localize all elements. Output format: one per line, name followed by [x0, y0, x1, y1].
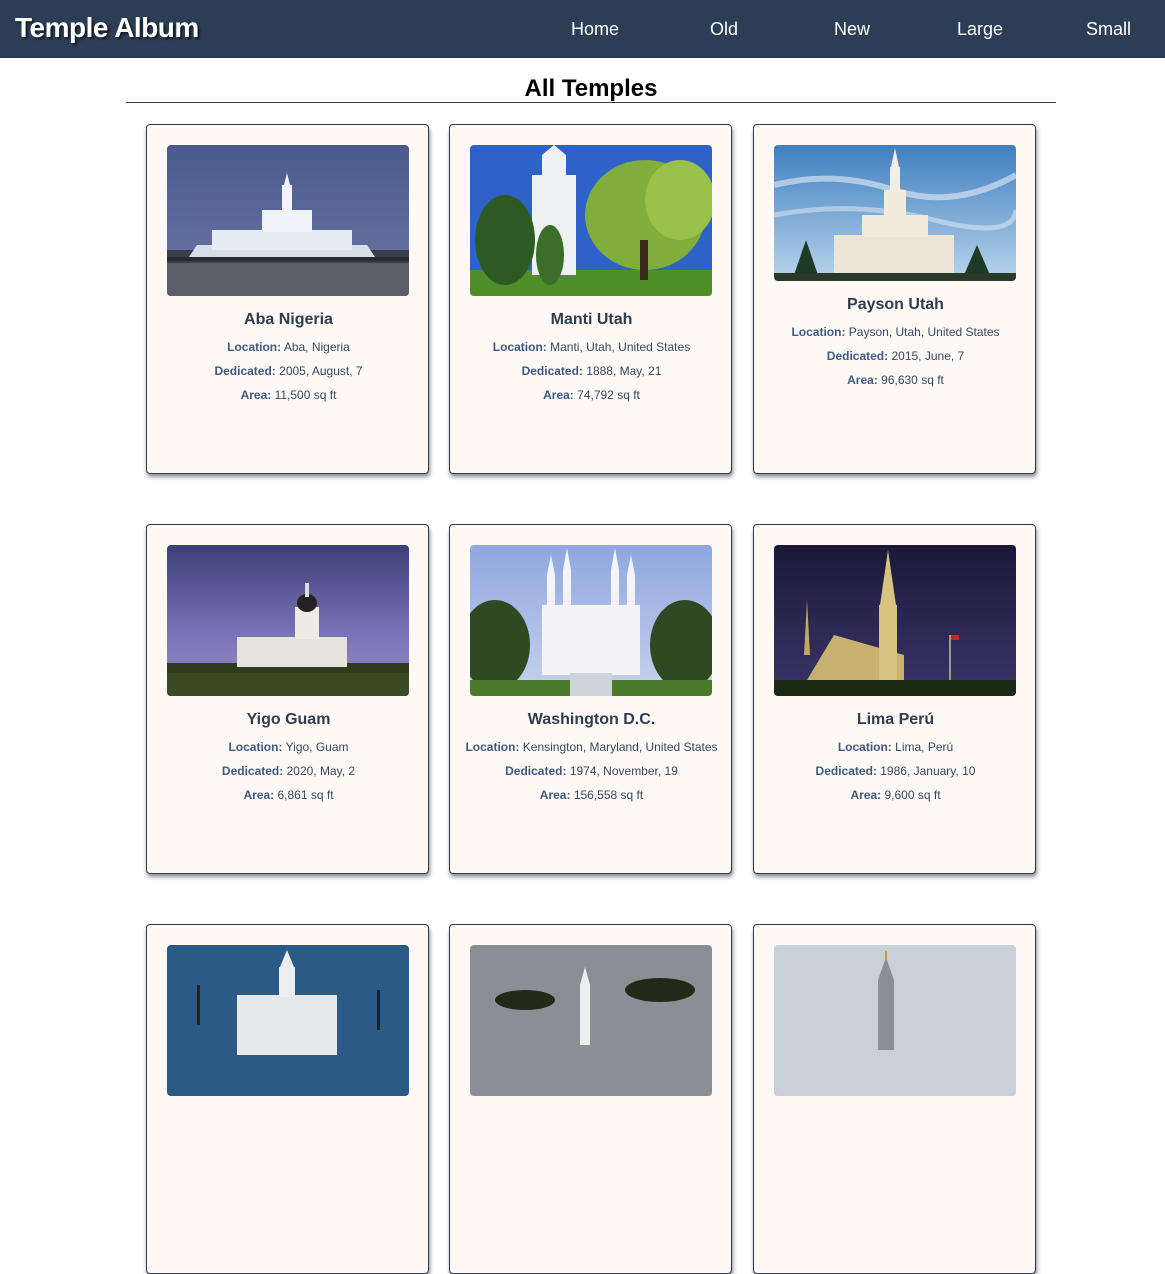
temple-card: Aba Nigeria Location: Aba, Nigeria Dedic… [146, 124, 429, 474]
site-header: Temple Album Home Old New Large Small [0, 0, 1165, 58]
temple-photo [470, 945, 712, 1096]
area-label: Area: [240, 388, 272, 402]
temple-area: 6,861 sq ft [277, 788, 334, 802]
dedicated-label: Dedicated: [505, 764, 567, 778]
temple-card: Yigo Guam Location: Yigo, Guam Dedicated… [146, 524, 429, 874]
temple-card: Lima Perú Location: Lima, Perú Dedicated… [753, 524, 1036, 874]
temple-dedicated: 1974, November, 19 [569, 764, 678, 778]
temple-location: Lima, Perú [895, 740, 954, 754]
temple-dedicated: 1888, May, 21 [586, 364, 662, 378]
temple-name: Manti Utah [550, 311, 633, 328]
dedicated-label: Dedicated: [815, 764, 877, 778]
temple-card [449, 924, 732, 1274]
temple-card: Washington D.C. Location: Kensington, Ma… [449, 524, 732, 874]
temple-name: Yigo Guam [246, 711, 331, 728]
temple-photo [167, 545, 409, 696]
temple-info: Payson Utah Location: Payson, Utah, Unit… [764, 295, 1027, 387]
site-brand: Temple Album [15, 12, 199, 43]
temple-dedicated: 1986, January, 10 [880, 764, 976, 778]
temple-photo [167, 945, 409, 1096]
temple-name: Payson Utah [847, 296, 944, 313]
temple-location: Yigo, Guam [285, 740, 349, 754]
temple-info: Aba Nigeria Location: Aba, Nigeria Dedic… [157, 310, 420, 402]
area-label: Area: [543, 388, 574, 402]
temple-photo [774, 945, 1016, 1096]
temple-card: Payson Utah Location: Payson, Utah, Unit… [753, 124, 1036, 474]
temple-dedicated: 2020, May, 2 [286, 764, 356, 778]
temple-photo [774, 545, 1016, 696]
temple-info: Washington D.C. Location: Kensington, Ma… [460, 710, 723, 802]
location-label: Location: [227, 340, 282, 354]
temple-area: 9,600 sq ft [884, 788, 941, 802]
temple-info: Manti Utah Location: Manti, Utah, United… [460, 310, 723, 402]
temple-area: 74,792 sq ft [577, 388, 640, 402]
temple-name: Washington D.C. [527, 711, 656, 728]
temple-photo [167, 145, 409, 296]
temple-info: Yigo Guam Location: Yigo, Guam Dedicated… [157, 710, 420, 802]
dedicated-label: Dedicated: [221, 764, 284, 778]
area-label: Area: [850, 788, 882, 802]
temple-area: 11,500 sq ft [274, 388, 337, 402]
temple-area: 156,558 sq ft [573, 788, 644, 802]
temple-dedicated: 2005, August, 7 [279, 364, 363, 378]
temple-dedicated: 2015, June, 7 [891, 349, 965, 363]
nav-old[interactable]: Old [710, 19, 738, 40]
location-label: Location: [228, 740, 283, 754]
temple-photo [774, 145, 1016, 281]
area-label: Area: [539, 788, 571, 802]
temple-location: Kensington, Maryland, United States [522, 740, 718, 754]
temple-location: Payson, Utah, United States [848, 325, 1000, 339]
temple-name: Lima Perú [856, 711, 935, 728]
temple-photo [470, 145, 712, 296]
nav-large[interactable]: Large [957, 19, 1003, 40]
dedicated-label: Dedicated: [521, 364, 583, 378]
nav-new[interactable]: New [834, 19, 870, 40]
dedicated-label: Dedicated: [214, 364, 276, 378]
nav-small[interactable]: Small [1086, 19, 1131, 40]
temple-photo [470, 545, 712, 696]
area-label: Area: [243, 788, 275, 802]
temple-card [753, 924, 1036, 1274]
temple-card: Manti Utah Location: Manti, Utah, United… [449, 124, 732, 474]
nav-home[interactable]: Home [571, 19, 619, 40]
location-label: Location: [492, 340, 547, 354]
title-divider [126, 102, 1056, 103]
page-title: All Temples [524, 75, 658, 102]
temple-area: 96,630 sq ft [881, 373, 944, 387]
temple-name: Aba Nigeria [244, 311, 333, 328]
dedicated-label: Dedicated: [826, 349, 889, 363]
temple-card [146, 924, 429, 1274]
temple-location: Aba, Nigeria [283, 340, 350, 354]
temple-info: Lima Perú Location: Lima, Perú Dedicated… [764, 710, 1027, 802]
temple-location: Manti, Utah, United States [550, 340, 691, 354]
location-label: Location: [837, 740, 892, 754]
location-label: Location: [465, 740, 520, 754]
area-label: Area: [847, 373, 878, 387]
location-label: Location: [791, 325, 846, 339]
